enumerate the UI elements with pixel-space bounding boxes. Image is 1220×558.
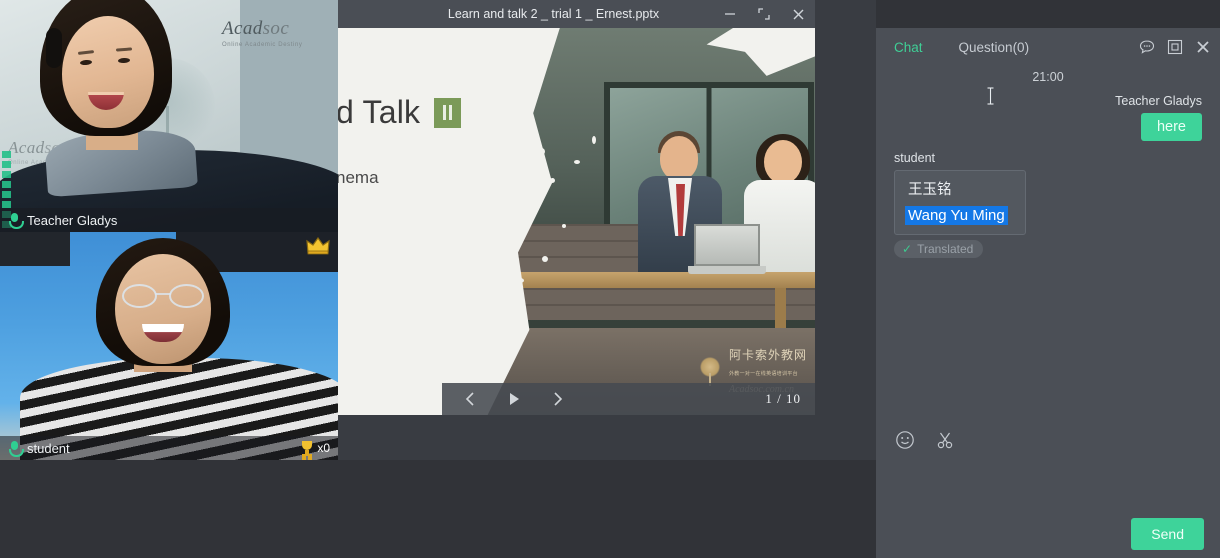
crown-icon (306, 237, 330, 255)
watermark-cn-text: 阿卡索外教网 (729, 348, 807, 362)
pause-badge-icon (434, 98, 461, 128)
background-below-ppt (338, 415, 815, 460)
slide-stage[interactable]: 阿卡索外教网 外教一对一在线英语培训平台 Acadsoc.com.cn d Ta… (338, 28, 815, 415)
send-button[interactable]: Send (1131, 518, 1204, 550)
teacher-name-bar: Teacher Gladys (0, 208, 338, 232)
chat-toolbar (876, 420, 1220, 460)
student-name-bar: student x0 (0, 436, 338, 460)
teacher-face (62, 16, 154, 128)
background-below-video (0, 460, 876, 558)
chat-header-icons (1138, 28, 1212, 66)
next-slide-button[interactable] (544, 387, 572, 411)
brand-word-a: Acad (8, 138, 45, 157)
text-cursor (986, 86, 995, 106)
student-name-label: student (27, 441, 70, 456)
close-button[interactable] (781, 0, 815, 28)
message-original-text: 王玉铭 (905, 178, 1015, 199)
watermark-tagline: 外教一对一在线英语培训平台 (729, 371, 798, 377)
brand-word-b-primary: soc (263, 18, 290, 39)
close-panel-icon[interactable] (1194, 38, 1212, 56)
teacher-name-label: Teacher Gladys (27, 213, 117, 228)
brand-tagline-primary: Online Academic Destiny (222, 42, 303, 48)
microphone-icon (8, 212, 21, 228)
student-video-tile[interactable]: student x0 (0, 232, 338, 460)
message-bubble-student[interactable]: 王玉铭 Wang Yu Ming (894, 170, 1026, 235)
message-sender-teacher: Teacher Gladys (894, 94, 1202, 108)
presentation-titlebar[interactable]: Learn and talk 2 _ trial 1 _ Ernest.pptx (338, 0, 815, 28)
emoji-icon[interactable] (894, 429, 916, 451)
slide-photo: 阿卡索外教网 外教一对一在线英语培训平台 Acadsoc.com.cn (442, 28, 815, 415)
tab-question[interactable]: Question(0) (941, 28, 1048, 66)
video-column: Acadsoc Online Academic Destiny Acadsoc … (0, 0, 338, 460)
student-face (115, 254, 211, 364)
minimize-button[interactable] (713, 0, 747, 28)
slide-title-text: d Talk (338, 94, 420, 131)
slide-controls: 1 / 10 (442, 383, 815, 415)
presentation-title: Learn and talk 2 _ trial 1 _ Ernest.pptx (338, 7, 713, 21)
chat-timestamp: 21:00 (894, 70, 1202, 84)
chat-tabs: Chat Question(0) (876, 28, 1047, 66)
message-translated-text[interactable]: Wang Yu Ming (905, 206, 1008, 225)
slide-subtitle: nema (338, 168, 379, 188)
photo-laptop (688, 224, 766, 276)
trophy-count-label: x0 (317, 441, 330, 455)
teacher-video-feed: Acadsoc Online Academic Destiny Acadsoc … (0, 0, 338, 232)
check-icon: ✓ (902, 242, 912, 256)
trophy-icon (300, 441, 314, 456)
slide-title-row: d Talk (338, 94, 461, 131)
chat-message-incoming: student 王玉铭 Wang Yu Ming ✓ Translated (894, 151, 1202, 258)
student-glasses (120, 284, 206, 304)
scissors-icon[interactable] (934, 429, 956, 451)
maximize-panel-icon[interactable] (1166, 38, 1184, 56)
student-video-feed (0, 232, 338, 460)
slide-page-indicator: 1 / 10 (765, 391, 801, 407)
acadsoc-watermark-primary: Acadsoc Online Academic Destiny (222, 18, 303, 48)
message-bubble-teacher[interactable]: here (1141, 113, 1202, 141)
presentation-window: Learn and talk 2 _ trial 1 _ Ernest.pptx (338, 0, 815, 415)
brand-word-a-primary: Acad (222, 18, 263, 39)
translated-badge: ✓ Translated (894, 240, 983, 258)
chat-panel-header: Chat Question(0) (876, 28, 1220, 66)
window-controls (713, 0, 815, 28)
previous-slide-button[interactable] (456, 387, 484, 411)
chat-message-list[interactable]: 21:00 Teacher Gladys here student 王玉铭 Wa… (876, 66, 1220, 396)
translated-badge-label: Translated (917, 242, 973, 256)
application-root: Acadsoc Online Academic Destiny Acadsoc … (0, 0, 1220, 558)
chat-message-outgoing: Teacher Gladys here (894, 94, 1202, 141)
microphone-icon (8, 440, 21, 456)
teacher-headset (46, 28, 62, 68)
trophy-counter: x0 (300, 441, 330, 456)
restore-button[interactable] (747, 0, 781, 28)
student-scene-shadow-left (0, 232, 70, 266)
chat-panel: Chat Question(0) (876, 28, 1220, 558)
chat-input-area: Send (876, 460, 1220, 558)
tab-chat[interactable]: Chat (876, 28, 941, 66)
message-sender-student: student (894, 151, 1202, 165)
play-button[interactable] (500, 387, 528, 411)
slide-canvas: 阿卡索外教网 外教一对一在线英语培训平台 Acadsoc.com.cn d Ta… (338, 28, 815, 415)
teacher-video-tile[interactable]: Acadsoc Online Academic Destiny Acadsoc … (0, 0, 338, 232)
speech-bubble-icon[interactable] (1138, 38, 1156, 56)
